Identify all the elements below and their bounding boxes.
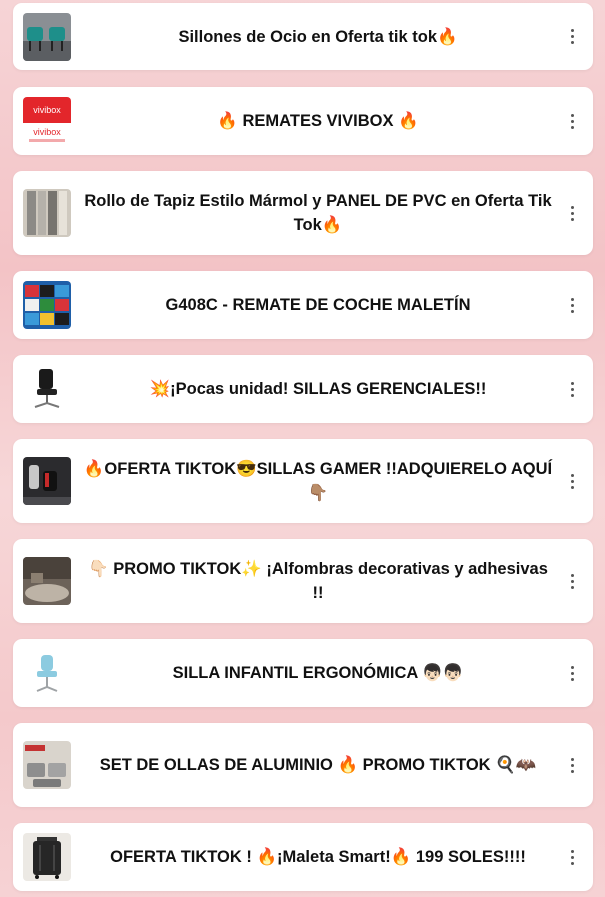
- kebab-menu-icon[interactable]: [565, 295, 579, 315]
- kebab-menu-icon[interactable]: [565, 471, 579, 491]
- stroller-collage-thumbnail: [23, 281, 71, 329]
- kebab-menu-icon[interactable]: [565, 203, 579, 223]
- link-title: 👇🏻 PROMO TIKTOK✨ ¡Alfombras decorativas …: [88, 560, 548, 602]
- armchairs-thumbnail: [23, 12, 71, 61]
- link-card-armchairs[interactable]: Sillones de Ocio en Oferta tik tok🔥: [13, 3, 593, 70]
- link-card-rugs[interactable]: 👇🏻 PROMO TIKTOK✨ ¡Alfombras decorativas …: [13, 539, 593, 623]
- vivibox-logo-thumbnail: vivibox vivibox: [23, 97, 71, 145]
- link-card-gamer-chairs[interactable]: 🔥OFERTA TIKTOK😎SILLAS GAMER !!ADQUIERELO…: [13, 439, 593, 523]
- kebab-menu-icon[interactable]: [565, 379, 579, 399]
- link-title: G408C - REMATE DE COCHE MALETÍN: [165, 296, 471, 314]
- rug-room-thumbnail: [23, 557, 71, 605]
- kebab-menu-icon[interactable]: [565, 847, 579, 867]
- kebab-menu-icon[interactable]: [565, 571, 579, 591]
- link-title: SILLA INFANTIL ERGONÓMICA 👦🏻👦🏻: [172, 664, 464, 682]
- link-title: 💥¡Pocas unidad! SILLAS GERENCIALES!!: [149, 380, 487, 398]
- link-card-stroller[interactable]: G408C - REMATE DE COCHE MALETÍN: [13, 271, 593, 339]
- kebab-menu-icon[interactable]: [565, 663, 579, 683]
- office-chair-thumbnail: [23, 365, 71, 413]
- link-card-suitcase[interactable]: OFERTA TIKTOK ! 🔥¡Maleta Smart!🔥 199 SOL…: [13, 823, 593, 891]
- marble-wall-thumbnail: [23, 189, 71, 237]
- link-list: Sillones de Ocio en Oferta tik tok🔥 vivi…: [0, 0, 605, 897]
- link-card-marble-wallpaper[interactable]: Rollo de Tapiz Estilo Mármol y PANEL DE …: [13, 171, 593, 255]
- link-card-pots[interactable]: SET DE OLLAS DE ALUMINIO 🔥 PROMO TIKTOK …: [13, 723, 593, 807]
- link-title: 🔥 REMATES VIVIBOX 🔥: [217, 112, 419, 130]
- kebab-menu-icon[interactable]: [565, 27, 579, 47]
- link-card-vivibox[interactable]: vivibox vivibox 🔥 REMATES VIVIBOX 🔥: [13, 87, 593, 155]
- gamer-chair-thumbnail: [23, 457, 71, 505]
- kebab-menu-icon[interactable]: [565, 111, 579, 131]
- pots-set-thumbnail: [23, 741, 71, 789]
- svg-text:vivibox: vivibox: [33, 105, 61, 115]
- link-title: SET DE OLLAS DE ALUMINIO 🔥 PROMO TIKTOK …: [99, 756, 537, 774]
- link-title: Rollo de Tapiz Estilo Mármol y PANEL DE …: [84, 192, 552, 234]
- link-card-office-chairs[interactable]: 💥¡Pocas unidad! SILLAS GERENCIALES!!: [13, 355, 593, 423]
- kebab-menu-icon[interactable]: [565, 755, 579, 775]
- suitcase-thumbnail: [23, 833, 71, 881]
- link-card-kids-chair[interactable]: SILLA INFANTIL ERGONÓMICA 👦🏻👦🏻: [13, 639, 593, 707]
- svg-text:vivibox: vivibox: [33, 127, 61, 137]
- kids-chair-thumbnail: [23, 649, 71, 697]
- link-title: 🔥OFERTA TIKTOK😎SILLAS GAMER !!ADQUIERELO…: [83, 460, 553, 502]
- link-title: Sillones de Ocio en Oferta tik tok🔥: [178, 27, 458, 46]
- link-title: OFERTA TIKTOK ! 🔥¡Maleta Smart!🔥 199 SOL…: [110, 848, 526, 866]
